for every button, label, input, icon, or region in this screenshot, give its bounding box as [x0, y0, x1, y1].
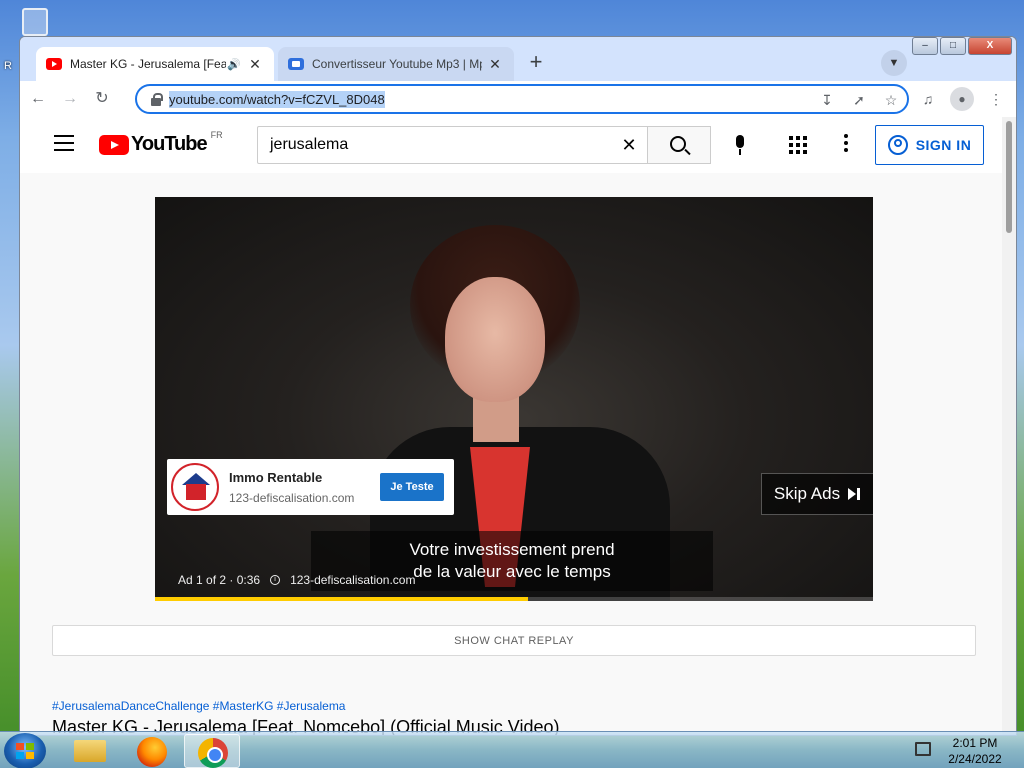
profile-avatar-icon[interactable]: ● [950, 87, 974, 111]
lock-icon[interactable] [149, 92, 163, 106]
clear-search-icon[interactable]: ✕ [611, 135, 647, 156]
minimize-button[interactable]: ‒ [912, 37, 938, 55]
new-tab-button[interactable]: + [523, 50, 549, 76]
browser-toolbar: ← → ↻ youtube.com/watch?v=fCZVL_8D048 ↧ … [20, 81, 1016, 117]
search-query[interactable]: jerusalema [270, 136, 611, 154]
clock-date: 2/24/2022 [948, 752, 1002, 766]
caption-line-1: Votre investissement prend [409, 540, 615, 559]
taskbar-firefox[interactable] [124, 734, 180, 768]
tab-converter[interactable]: Convertisseur Youtube Mp3 | Mp ✕ [278, 47, 514, 81]
media-control-icon[interactable]: ♫ [916, 87, 940, 111]
skip-ads-button[interactable]: Skip Ads [761, 473, 873, 515]
folder-icon [74, 740, 106, 762]
page-scrollbar[interactable] [1002, 117, 1016, 735]
youtube-header: YouTube FR jerusalema ✕ SIGN IN [20, 117, 1004, 173]
youtube-page: YouTube FR jerusalema ✕ SIGN IN Immo Ren… [20, 117, 1004, 735]
sign-in-label: SIGN IN [915, 137, 972, 153]
maximize-button[interactable]: □ [940, 37, 966, 55]
tab-title: Convertisseur Youtube Mp3 | Mp [312, 57, 482, 71]
close-tab-icon[interactable]: ✕ [486, 55, 504, 73]
skip-ads-label: Skip Ads [773, 484, 841, 503]
ad-cta-button[interactable]: Je Teste [380, 473, 444, 501]
install-app-icon[interactable]: ↧ [817, 90, 837, 110]
url-text[interactable]: youtube.com/watch?v=fCZVL_8D048 [169, 90, 385, 108]
more-options-icon[interactable] [843, 134, 849, 154]
ad-counter: Ad 1 of 2 · 0:36 [178, 573, 261, 587]
sign-in-button[interactable]: SIGN IN [875, 125, 984, 165]
ad-info-icon[interactable]: i [270, 575, 281, 585]
ad-progress-bar[interactable] [155, 597, 873, 601]
taskbar-explorer[interactable] [62, 734, 118, 768]
menu-icon[interactable] [54, 135, 74, 151]
tab-title: Master KG - Jerusalema [Feat [70, 57, 226, 71]
apps-grid-icon[interactable] [789, 136, 807, 154]
recycle-bin-icon[interactable] [22, 8, 54, 38]
taskbar: 2:01 PM 2/24/2022 [0, 731, 1024, 768]
converter-icon [288, 58, 304, 70]
youtube-icon [46, 58, 62, 70]
youtube-play-icon [99, 134, 129, 155]
search-button[interactable] [647, 126, 711, 164]
scrollbar-thumb[interactable] [1006, 121, 1012, 233]
tab-strip: Master KG - Jerusalema [Feat 🔊 ✕ Convert… [20, 37, 1016, 81]
speaker-icon[interactable]: 🔊 [226, 58, 242, 71]
desktop-label-fragment: R [4, 60, 12, 72]
back-icon[interactable]: ← [24, 85, 52, 113]
advertiser-name: Immo Rentable [229, 469, 323, 485]
share-icon[interactable]: ➚ [849, 90, 869, 110]
browser-window: Master KG - Jerusalema [Feat 🔊 ✕ Convert… [19, 36, 1017, 736]
ad-link[interactable]: 123-defiscalisation.com [290, 573, 415, 587]
show-chat-replay-button[interactable]: SHOW CHAT REPLAY [52, 625, 976, 656]
system-clock[interactable]: 2:01 PM 2/24/2022 [940, 735, 1010, 767]
search-icon [670, 136, 686, 152]
chrome-menu-icon[interactable]: ⋮ [984, 87, 1008, 111]
windows-logo-icon [16, 743, 34, 759]
network-icon[interactable] [915, 742, 931, 756]
voice-search-icon[interactable] [728, 133, 752, 157]
region-code: FR [210, 129, 223, 140]
advertiser-logo-icon [171, 463, 219, 511]
tab-youtube[interactable]: Master KG - Jerusalema [Feat 🔊 ✕ [36, 47, 274, 81]
close-window-button[interactable]: X [968, 37, 1012, 55]
youtube-wordmark: YouTube [131, 133, 208, 155]
firefox-icon [137, 737, 167, 767]
taskbar-chrome[interactable] [184, 734, 240, 768]
youtube-logo[interactable]: YouTube FR [99, 129, 223, 156]
video-player[interactable]: Immo Rentable 123-defiscalisation.com Je… [155, 197, 873, 601]
tab-search-chevron-icon[interactable]: ▼ [881, 50, 907, 76]
window-controls: ‒ □ X [912, 37, 1012, 55]
reload-icon[interactable]: ↻ [88, 85, 116, 113]
skip-next-icon [848, 488, 861, 500]
forward-icon[interactable]: → [56, 85, 84, 113]
start-button[interactable] [4, 733, 46, 768]
ad-card[interactable]: Immo Rentable 123-defiscalisation.com Je… [167, 459, 454, 515]
chrome-icon [198, 738, 228, 768]
address-bar[interactable]: youtube.com/watch?v=fCZVL_8D048 ↧ ➚ ☆ [135, 84, 909, 114]
video-hashtags[interactable]: #JerusalemaDanceChallenge #MasterKG #Jer… [52, 699, 345, 713]
bookmark-star-icon[interactable]: ☆ [881, 90, 901, 110]
close-tab-icon[interactable]: ✕ [246, 55, 264, 73]
clock-time: 2:01 PM [952, 736, 998, 750]
search-input[interactable]: jerusalema ✕ [257, 126, 648, 164]
advertiser-domain: 123-defiscalisation.com [229, 490, 355, 505]
user-icon [887, 135, 908, 155]
ad-progress-fill [155, 597, 529, 601]
ad-info: Ad 1 of 2 · 0:36 i 123-defiscalisation.c… [178, 573, 415, 587]
